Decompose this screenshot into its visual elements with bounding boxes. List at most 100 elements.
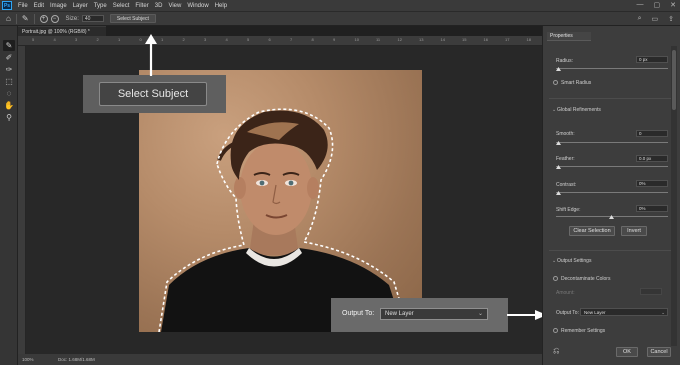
search-icon[interactable]: ⌕ [638,15,642,23]
menu-edit[interactable]: Edit [31,3,47,9]
ruler-tick-label: 3 [75,37,78,42]
ruler-tick-label: 3 [204,37,207,42]
shift-edge-label: Shift Edge: [556,207,581,213]
slider-thumb-icon[interactable] [556,141,561,145]
document-tab[interactable]: Portrait.jpg @ 100% (RGB/8) * [18,26,106,36]
menu-image[interactable]: Image [47,3,70,9]
shift-edge-input[interactable]: 0% [636,205,668,212]
ruler-tick-label: 0 [139,37,142,42]
contrast-slider[interactable] [556,192,668,193]
contrast-input[interactable]: 0% [636,180,668,187]
zoom-tool-icon[interactable]: ⚲ [3,112,15,123]
home-icon[interactable]: ⌂ [6,14,11,23]
zoom-level[interactable]: 100% [22,354,34,365]
global-refinements-header[interactable]: ⌄Global Refinements [552,107,601,113]
divider [15,13,17,24]
minimize-button[interactable]: — [637,1,644,9]
output-to-value: New Layer [385,311,414,317]
size-input[interactable]: 40 [81,15,104,22]
menu-file[interactable]: File [15,3,31,9]
options-bar: ⌂ ✎ + − Size: 40 Select Subject ⌕ ▭ ⇪ [0,11,680,26]
select-subject-button[interactable]: Select Subject [109,14,156,23]
smooth-label: Smooth: [556,131,575,137]
smooth-input[interactable]: 0 [636,130,668,137]
radius-slider[interactable] [556,68,668,69]
output-to-panel-value: New Layer [584,310,606,315]
output-to-select[interactable]: New Layer ⌄ [380,308,488,320]
radius-input[interactable]: 0 px [636,56,668,63]
ruler-tick-label: 11 [376,37,381,42]
object-selection-icon[interactable]: ⬚ [3,76,15,87]
contrast-label: Contrast: [556,182,577,188]
tab-properties[interactable]: Properties [547,32,591,41]
menu-select[interactable]: Select [110,3,133,9]
properties-panel: Properties Radius: 0 px Smart Radius ⌄Gl… [542,26,680,365]
tab-strip [106,26,542,36]
ruler-tick-label: 7 [290,37,293,42]
decontaminate-checkbox[interactable] [553,276,558,281]
remember-settings-checkbox[interactable] [553,328,558,333]
ruler-tick-label: 1 [118,37,121,42]
menu-3d[interactable]: 3D [152,3,166,9]
slider-thumb-icon[interactable] [556,191,561,195]
panel-scrollbar[interactable] [671,46,677,346]
smart-radius-label: Smart Radius [561,80,592,86]
ruler-tick-label: 1 [161,37,164,42]
ruler-tick-label: 10 [354,37,359,42]
lasso-tool-icon[interactable]: ◌ [3,88,15,99]
cancel-button[interactable]: Cancel [647,347,671,357]
maximize-button[interactable]: ▢ [654,1,661,9]
feather-input[interactable]: 0.0 px [636,155,668,162]
remember-settings-label: Remember Settings [561,328,606,334]
slider-thumb-icon[interactable] [609,215,614,219]
menu-filter[interactable]: Filter [132,3,151,9]
quick-selection-tool-icon[interactable]: ✎ [3,40,15,51]
amount-label: Amount: [556,290,575,296]
menu-layer[interactable]: Layer [70,3,91,9]
horizontal-ruler: 5 4 3 2 1 0 1 2 3 4 5 6 7 8 9 10 11 12 13 14 15 16 17 18 [18,36,542,46]
ok-button[interactable]: OK [616,347,638,357]
brush-tool-icon[interactable]: ✐ [3,52,15,63]
smart-radius-checkbox[interactable] [553,80,558,85]
workspace-icon[interactable]: ▭ [652,15,659,23]
photoshop-logo: Ps [2,1,12,10]
menu-type[interactable]: Type [91,3,110,9]
ruler-tick-label: 5 [247,37,250,42]
doc-info: Doc: 1.68M/1.68M [58,357,95,362]
decontaminate-label: Decontaminate Colors [561,276,611,282]
global-refinements-label: Global Refinements [557,107,601,113]
menu-help[interactable]: Help [212,3,230,9]
menu-window[interactable]: Window [184,3,211,9]
ruler-tick-label: 2 [96,37,99,42]
scrollbar-thumb[interactable] [672,50,676,110]
ruler-tick-label: 15 [462,37,467,42]
arrow-right-icon [507,310,547,320]
share-icon[interactable]: ⇪ [668,15,674,23]
ruler-tick-label: 12 [397,37,402,42]
subtract-from-selection-icon[interactable]: − [50,14,59,23]
vertical-ruler [18,46,26,354]
slider-thumb-icon[interactable] [556,67,561,71]
output-settings-header[interactable]: ⌄Output Settings [552,258,591,264]
refine-edge-brush-icon[interactable]: ✑ [3,64,15,75]
feather-slider[interactable] [556,166,668,167]
hand-tool-icon[interactable]: ✋ [3,100,15,111]
divider [33,13,35,24]
ruler-tick-label: 9 [333,37,336,42]
smooth-slider[interactable] [556,142,668,143]
quick-selection-tool-icon[interactable]: ✎ [22,14,29,23]
add-to-selection-icon[interactable]: + [39,14,48,23]
invert-button[interactable]: Invert [621,226,647,236]
select-subject-callout-button[interactable]: Select Subject [99,82,207,106]
slider-thumb-icon[interactable] [556,165,561,169]
menu-view[interactable]: View [165,3,184,9]
ruler-tick-label: 18 [526,37,531,42]
refine-edge-toggle-icon[interactable]: ⎌ [553,346,559,356]
output-to-panel-select[interactable]: New Layer ⌄ [580,308,668,316]
window-controls: — ▢ ✕ [637,1,677,9]
close-button[interactable]: ✕ [670,1,676,9]
output-to-callout: Output To: New Layer ⌄ [331,298,508,332]
ruler-tick-label: 5 [32,37,35,42]
menu-bar: Ps File Edit Image Layer Type Select Fil… [0,0,680,11]
clear-selection-button[interactable]: Clear Selection [569,226,615,236]
